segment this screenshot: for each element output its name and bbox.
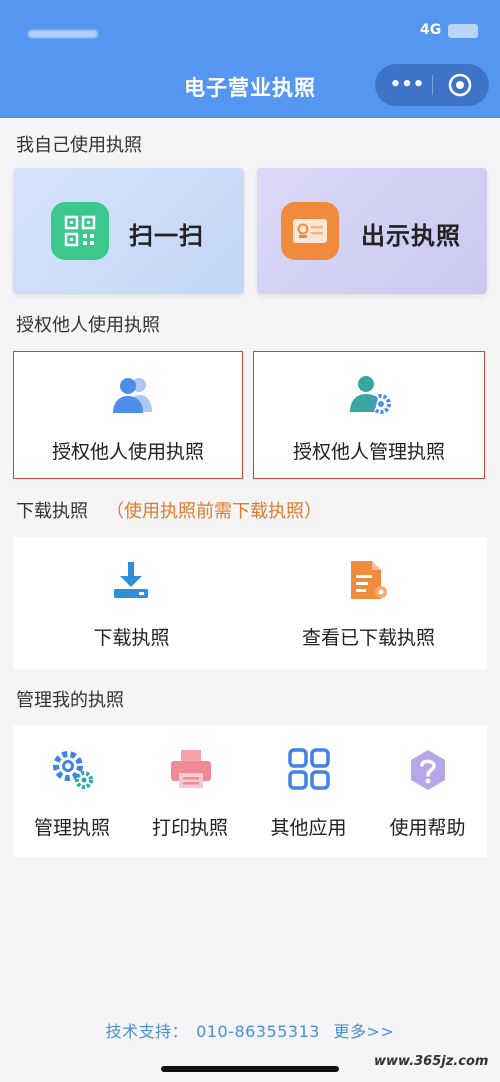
download-license-button[interactable]: 下载执照 (13, 537, 250, 669)
user-settings-icon (350, 376, 391, 414)
help-label: 使用帮助 (389, 817, 466, 839)
app-header: 4G 电子营业执照 ••• (0, 0, 500, 118)
download-section-label: 下载执照 (16, 501, 88, 522)
show-license-label: 出示执照 (361, 222, 461, 250)
manage-license-button[interactable]: 管理执照 (13, 725, 131, 857)
view-downloaded-button[interactable]: 查看已下载执照 (250, 537, 487, 669)
scan-button[interactable]: 扫一扫 (13, 168, 244, 294)
section-title-self-use: 我自己使用执照 (16, 135, 142, 156)
authorize-manage-label: 授权他人管理执照 (292, 441, 445, 463)
more-link[interactable]: 更多>> (334, 1022, 395, 1041)
status-bar-carrier (28, 30, 98, 38)
other-apps-label: 其他应用 (270, 817, 347, 839)
download-note: （使用执照前需下载执照） (106, 501, 322, 522)
users-icon (113, 378, 152, 413)
gears-icon (53, 751, 93, 789)
show-license-button[interactable]: 出示执照 (257, 168, 487, 294)
qr-code-icon (51, 202, 109, 260)
authorize-use-button[interactable]: 授权他人使用执照 (13, 351, 243, 479)
print-license-label: 打印执照 (151, 817, 228, 839)
miniprogram-capsule: ••• (375, 64, 489, 106)
watermark: www.365jz.com (374, 1054, 489, 1069)
help-question-icon (411, 750, 445, 790)
section-title-authorize: 授权他人使用执照 (16, 315, 160, 336)
download-license-label: 下载执照 (93, 627, 170, 649)
support-phone[interactable]: 010-86355313 (196, 1022, 320, 1041)
more-dots-icon[interactable]: ••• (387, 72, 427, 98)
document-badge-icon (351, 561, 387, 599)
download-tray-icon (114, 562, 148, 598)
authorize-use-label: 授权他人使用执照 (51, 441, 204, 463)
section-title-download: 下载执照 （使用执照前需下载执照） (16, 497, 322, 523)
home-indicator (161, 1066, 339, 1072)
print-license-button[interactable]: 打印执照 (131, 725, 249, 857)
other-apps-button[interactable]: 其他应用 (249, 725, 368, 857)
scan-label: 扫一扫 (129, 222, 204, 250)
battery-icon (448, 24, 478, 38)
support-label: 技术支持： (105, 1022, 189, 1041)
view-downloaded-label: 查看已下载执照 (301, 627, 435, 649)
download-panel: 下载执照 查看已下载执照 (13, 537, 487, 669)
manage-panel: 管理执照 打印执照 其他应用 使用帮助 (13, 725, 487, 857)
capsule-divider (432, 75, 433, 95)
license-card-icon (281, 202, 339, 260)
target-close-icon[interactable] (447, 72, 473, 98)
authorize-manage-button[interactable]: 授权他人管理执照 (253, 351, 485, 479)
apps-grid-icon (288, 748, 330, 790)
printer-icon (171, 750, 211, 788)
network-indicator: 4G (420, 22, 442, 38)
section-title-manage: 管理我的执照 (16, 690, 124, 711)
manage-license-label: 管理执照 (33, 817, 110, 839)
support-footer: 技术支持： 010-86355313 更多>> (0, 1018, 500, 1042)
help-button[interactable]: 使用帮助 (368, 725, 487, 857)
